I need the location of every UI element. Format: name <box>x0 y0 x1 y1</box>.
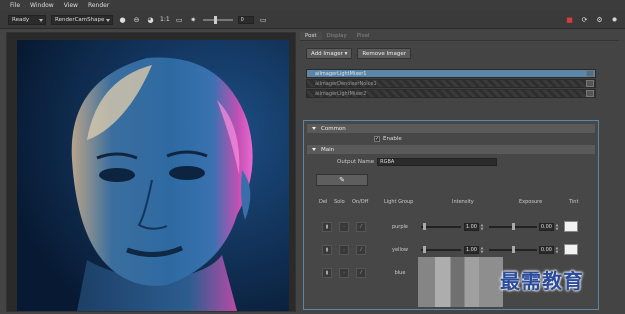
section-main[interactable]: Main <box>307 145 595 154</box>
imager-name: aiImagerDenoiserNoice1 <box>315 80 377 87</box>
intensity-knob[interactable] <box>423 223 426 230</box>
section-common[interactable]: Common <box>307 124 595 133</box>
camera-dropdown[interactable]: RenderCamShape <box>51 14 113 25</box>
exposure-value[interactable]: 0 <box>237 15 254 24</box>
header-tint: Tint <box>569 199 579 205</box>
settings-icon[interactable]: ⚙ <box>595 15 604 24</box>
intensity-slider[interactable] <box>421 249 461 251</box>
mode-dropdown[interactable]: Ready <box>8 14 46 25</box>
intensity-spinner[interactable]: ▲ ▼ <box>480 246 484 254</box>
header-onoff: On/Off <box>352 199 369 205</box>
light-group-row: ▮ · ⁄ purple 1.00 ▲ ▼ 0.00 ▲ ▼ <box>319 220 589 234</box>
light-group-name: purple <box>391 224 409 230</box>
exposure-slider[interactable] <box>202 15 233 24</box>
on-off-button[interactable]: ⁄ <box>356 245 366 255</box>
channels-icon[interactable]: ⊖ <box>132 15 141 24</box>
render-viewport[interactable] <box>6 32 296 312</box>
camera-value: RenderCamShape <box>55 16 105 23</box>
intensity-value[interactable]: 1.00 <box>464 246 479 254</box>
menu-bar: File Window View Render <box>0 0 625 11</box>
light-group-name: blue <box>394 270 406 276</box>
collapse-triangle-icon <box>312 148 316 151</box>
on-off-button[interactable]: ⁄ <box>356 222 366 232</box>
ratio-label[interactable]: 1:1 <box>160 16 170 23</box>
collapse-triangle-icon <box>312 127 316 130</box>
exposure-value[interactable]: 0.00 <box>539 223 554 231</box>
render-dot-icon[interactable]: ● <box>118 15 127 24</box>
delete-light-group-button[interactable]: ▮ <box>322 222 332 232</box>
stop-render-icon[interactable]: ■ <box>565 15 574 24</box>
light-group-name: yellow <box>392 247 408 253</box>
color-wheel-icon[interactable]: ◕ <box>146 15 155 24</box>
header-solo: Solo <box>334 199 345 205</box>
header-intensity: Intensity <box>452 199 474 205</box>
intensity-slider[interactable] <box>421 226 461 228</box>
solo-button[interactable]: · <box>339 245 349 255</box>
menu-render[interactable]: Render <box>88 2 109 9</box>
imager-name: aiImagerLightMixer1 <box>315 70 367 77</box>
exposure-knob[interactable] <box>512 223 515 230</box>
imager-item[interactable]: aiImagerLightMixer1 <box>306 69 596 78</box>
enable-checkbox[interactable]: ✓ <box>374 136 380 142</box>
menu-file[interactable]: File <box>10 2 20 9</box>
pixelated-overlay <box>418 257 503 307</box>
render-toolbar: Ready RenderCamShape ● ⊖ ◕ 1:1 ▭ ✷ 0 ▭ ■… <box>0 11 625 29</box>
menu-window[interactable]: Window <box>30 2 54 9</box>
tint-swatch[interactable] <box>564 221 578 232</box>
imager-item[interactable]: aiImagerLightMixer2 <box>306 89 596 98</box>
refresh-icon[interactable]: ⟳ <box>580 15 589 24</box>
light-bulb-icon: ✎ <box>339 176 345 184</box>
tab-display[interactable]: Display <box>322 32 352 40</box>
rendered-portrait <box>17 40 289 311</box>
imager-name: aiImagerLightMixer2 <box>315 90 367 97</box>
watermark-text: 最需教育 <box>500 269 584 293</box>
menu-view[interactable]: View <box>64 2 78 9</box>
section-main-label: Main <box>321 146 335 153</box>
output-name-field[interactable]: RGBA <box>377 158 498 166</box>
header-del: Del <box>319 199 328 205</box>
tint-swatch[interactable] <box>564 244 578 255</box>
exposure-spinner[interactable]: ▲ ▼ <box>555 223 559 231</box>
light-group-row: ▮ · ⁄ yellow 1.00 ▲ ▼ 0.00 ▲ ▼ <box>319 243 589 257</box>
header-light-group: Light Group <box>384 199 414 205</box>
intensity-spinner[interactable]: ▲ ▼ <box>480 223 484 231</box>
exposure-value[interactable]: 0.00 <box>539 246 554 254</box>
solo-button[interactable]: · <box>339 222 349 232</box>
exposure-knob[interactable] <box>512 246 515 253</box>
mode-value: Ready <box>12 16 30 23</box>
imager-toggle-icon[interactable] <box>586 70 594 77</box>
delete-light-group-button[interactable]: ▮ <box>322 268 332 278</box>
output-name-label: Output Name <box>337 159 375 165</box>
delete-light-group-button[interactable]: ▮ <box>322 245 332 255</box>
exposure-sun-icon: ✷ <box>190 15 197 24</box>
header-exposure: Exposure <box>519 199 543 205</box>
intensity-value[interactable]: 1.00 <box>464 223 479 231</box>
exposure-spinner[interactable]: ▲ ▼ <box>555 246 559 254</box>
gear-icon[interactable]: ✹ <box>610 15 619 24</box>
intensity-knob[interactable] <box>423 246 426 253</box>
imager-toggle-icon[interactable] <box>586 90 594 97</box>
add-imager-button[interactable]: Add Imager ▾ <box>306 48 353 59</box>
remove-imager-button[interactable]: Remove Imager <box>357 48 411 59</box>
imager-item[interactable]: aiImagerDenoiserNoice1 <box>306 79 596 88</box>
region-icon[interactable]: ▭ <box>175 15 184 24</box>
on-off-button[interactable]: ⁄ <box>356 268 366 278</box>
imager-list: aiImagerLightMixer1 aiImagerDenoiserNoic… <box>306 69 596 99</box>
light-group-tool-button[interactable]: ✎ <box>316 174 368 186</box>
tab-post[interactable]: Post <box>300 32 322 40</box>
imager-toggle-icon[interactable] <box>586 80 594 87</box>
enable-label: Enable <box>383 136 402 142</box>
panel-tabs: Post Display Pixel <box>300 32 619 41</box>
section-common-label: Common <box>321 125 346 132</box>
snapshot-icon[interactable]: ▭ <box>259 15 268 24</box>
tab-pixel[interactable]: Pixel <box>352 32 375 40</box>
solo-button[interactable]: · <box>339 268 349 278</box>
